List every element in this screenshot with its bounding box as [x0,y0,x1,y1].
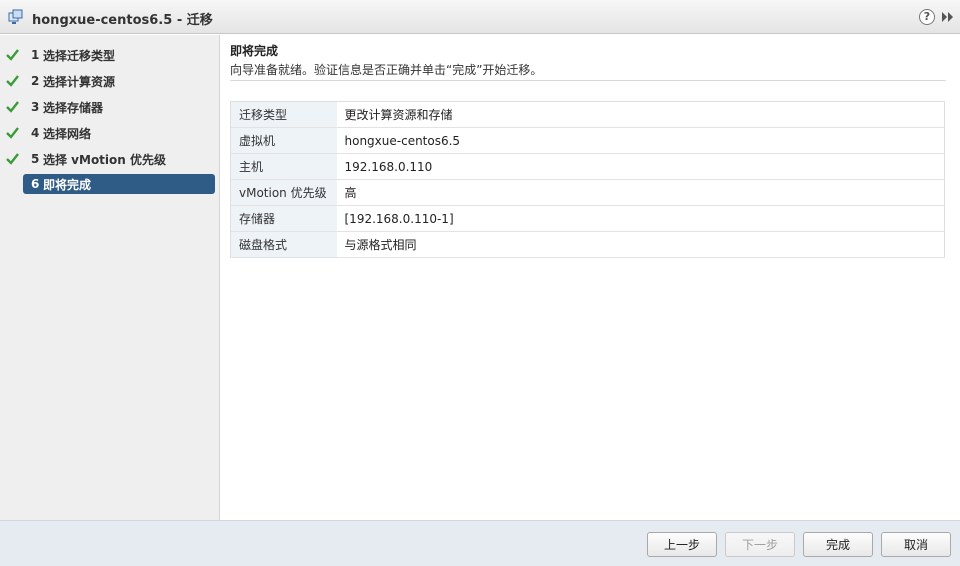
summary-table: 迁移类型 更改计算资源和存储 虚拟机 hongxue-centos6.5 主机 … [230,101,945,258]
step-select-vmotion-priority[interactable]: 5 选择 vMotion 优先级 [6,149,215,169]
summary-key: vMotion 优先级 [230,179,337,206]
step-number: 5 [31,152,40,166]
table-row: vMotion 优先级 高 [230,179,945,206]
dialog-footer: 上一步 下一步 完成 取消 [0,520,960,566]
step-number: 1 [31,48,40,62]
table-row: 虚拟机 hongxue-centos6.5 [230,127,945,154]
step-label: 选择网络 [43,126,92,141]
back-button[interactable]: 上一步 [647,532,717,557]
divider [230,80,946,81]
summary-key: 虚拟机 [230,127,337,154]
checkmark-icon [6,153,19,165]
summary-value: hongxue-centos6.5 [336,127,945,154]
double-chevron-right-icon[interactable] [941,10,955,24]
summary-value: [192.168.0.110-1] [336,205,945,232]
step-label: 选择计算资源 [43,74,116,89]
dialog-title: hongxue-centos6.5 - 迁移 [32,13,213,28]
step-number: 6 [31,177,40,191]
summary-value: 高 [336,179,945,206]
help-icon[interactable]: ? [919,9,935,25]
table-row: 磁盘格式 与源格式相同 [230,231,945,258]
next-button[interactable]: 下一步 [725,532,795,557]
summary-value: 与源格式相同 [336,231,945,258]
summary-key: 主机 [230,153,337,180]
step-number: 4 [31,126,40,140]
table-row: 迁移类型 更改计算资源和存储 [230,101,945,128]
dialog-titlebar: hongxue-centos6.5 - 迁移 ? [0,0,960,34]
step-number: 2 [31,74,40,88]
step-ready-to-complete[interactable]: 6 即将完成 [23,174,215,194]
step-select-storage[interactable]: 3 选择存储器 [6,97,215,117]
summary-key: 磁盘格式 [230,231,337,258]
summary-value: 更改计算资源和存储 [336,101,945,128]
step-select-compute-resource[interactable]: 2 选择计算资源 [6,71,215,91]
step-select-migration-type[interactable]: 1 选择迁移类型 [6,45,215,65]
checkmark-icon [6,49,19,61]
checkmark-icon [6,127,19,139]
finish-button[interactable]: 完成 [803,532,873,557]
step-label: 选择 vMotion 优先级 [43,152,167,167]
step-label: 选择存储器 [43,100,104,115]
summary-key: 迁移类型 [230,101,337,128]
summary-value: 192.168.0.110 [336,153,945,180]
page-description: 向导准备就绪。验证信息是否正确并单击“完成”开始迁移。 [230,63,543,77]
wizard-content: 即将完成 向导准备就绪。验证信息是否正确并单击“完成”开始迁移。 迁移类型 更改… [220,35,960,520]
step-select-network[interactable]: 4 选择网络 [6,123,215,143]
summary-key: 存储器 [230,205,337,232]
vm-migrate-icon [8,9,23,24]
wizard-steps-sidebar: 1 选择迁移类型 2 选择计算资源 3 选择存储器 4 选择网络 5 选择 vM… [0,35,220,520]
table-row: 存储器 [192.168.0.110-1] [230,205,945,232]
table-row: 主机 192.168.0.110 [230,153,945,180]
cancel-button[interactable]: 取消 [881,532,951,557]
step-label: 即将完成 [43,177,92,192]
step-label: 选择迁移类型 [43,48,116,63]
step-number: 3 [31,100,40,114]
checkmark-icon [6,75,19,87]
page-title: 即将完成 [230,44,279,58]
checkmark-icon [6,101,19,113]
